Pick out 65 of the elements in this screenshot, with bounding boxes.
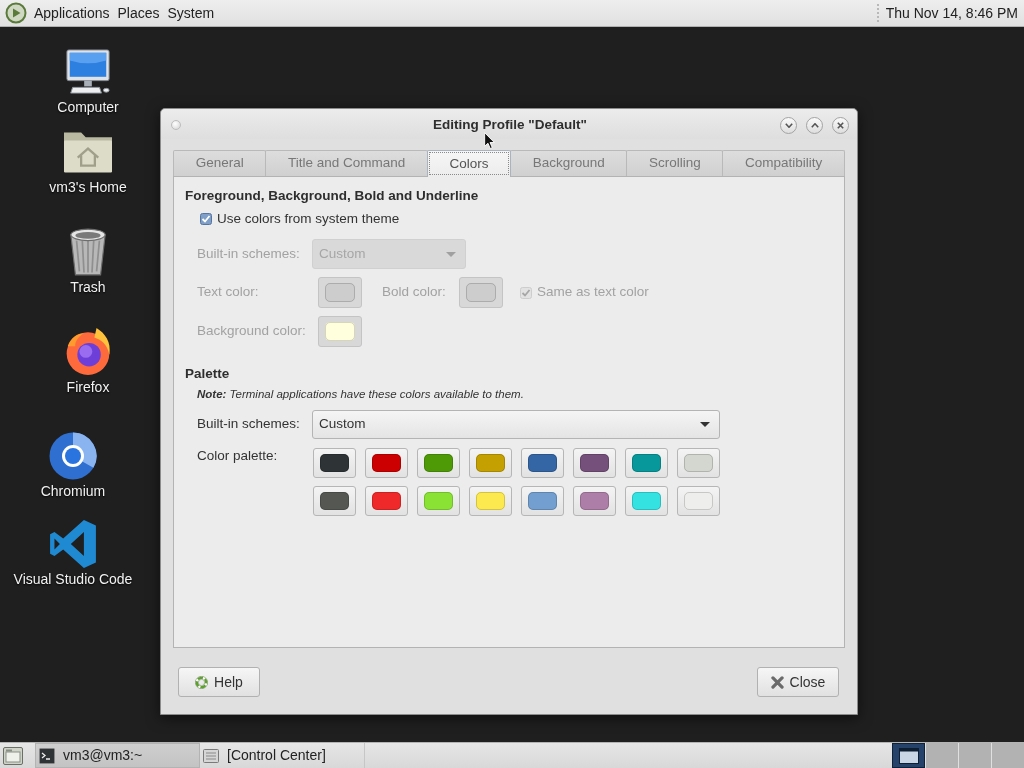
- help-button[interactable]: Help: [178, 667, 260, 697]
- field-label: Built-in schemes:: [197, 244, 301, 263]
- mouse-pointer-icon: [484, 132, 495, 150]
- lifebuoy-icon: [195, 675, 209, 689]
- chevron-up-icon: [810, 122, 819, 128]
- note-text: Note: Terminal applications have these colors available to them.: [197, 387, 525, 401]
- desktop-icon-label[interactable]: Visual Studio Code: [13, 570, 133, 588]
- field-label: Color palette:: [197, 448, 279, 464]
- color-picker-button[interactable]: [573, 448, 616, 478]
- field-label: Bold color:: [382, 283, 447, 302]
- flame-orb-icon[interactable]: [64, 328, 112, 376]
- window-close-button[interactable]: [832, 116, 849, 134]
- color-picker-button[interactable]: [521, 448, 564, 478]
- desktop-icon-label[interactable]: Chromium: [40, 482, 106, 500]
- monitor-icon[interactable]: [64, 48, 112, 96]
- color-picker-button[interactable]: [573, 486, 616, 516]
- color-picker-button[interactable]: [365, 486, 408, 516]
- taskbar-button[interactable]: vm3@vm3:~: [35, 743, 200, 768]
- color-picker-button[interactable]: [521, 486, 564, 516]
- color-picker-button[interactable]: [417, 448, 460, 478]
- control-panel-icon: [203, 748, 219, 763]
- dropdown[interactable]: Custom: [312, 410, 720, 439]
- window-thumbnail-icon: [898, 747, 919, 764]
- section-heading: Palette: [185, 365, 231, 383]
- clock-text: Thu Nov 14, 8:46 PM: [885, 3, 1019, 23]
- menu-item[interactable]: Places: [113, 3, 164, 23]
- section-heading: Foreground, Background, Bold and Underline: [185, 187, 480, 205]
- color-picker-button[interactable]: [469, 486, 512, 516]
- color-picker-button[interactable]: [313, 486, 356, 516]
- menu-item[interactable]: Applications: [30, 3, 114, 23]
- taskbar-button[interactable]: [Control Center]: [200, 743, 365, 768]
- color-picker-button[interactable]: [469, 448, 512, 478]
- close-icon: [837, 121, 844, 129]
- field-label: Built-in schemes:: [197, 415, 301, 434]
- maximize-button[interactable]: [806, 116, 823, 134]
- field-label: Text color:: [197, 283, 260, 302]
- field-label: Background color:: [197, 322, 307, 341]
- checkbox-label[interactable]: Use colors from system theme: [217, 208, 400, 230]
- close-button[interactable]: Close: [757, 667, 839, 697]
- color-picker-button[interactable]: [365, 448, 408, 478]
- minimize-button[interactable]: [780, 116, 797, 134]
- terminal-icon: [39, 747, 55, 764]
- menu-item[interactable]: System: [163, 3, 219, 23]
- chevron-down-icon: [784, 122, 793, 128]
- desktop-icon-label[interactable]: vm3's Home: [49, 178, 127, 196]
- desktop-icon-label[interactable]: Trash: [70, 278, 106, 296]
- color-picker-button[interactable]: [625, 486, 668, 516]
- color-picker-button[interactable]: [625, 448, 668, 478]
- caret-icon: [700, 422, 710, 427]
- checkbox[interactable]: [200, 213, 212, 225]
- color-picker-button[interactable]: [313, 448, 356, 478]
- desktop-icon-label[interactable]: Computer: [57, 98, 119, 116]
- logo-icon[interactable]: [5, 2, 27, 24]
- window-title: Editing Profile "Default": [433, 118, 587, 132]
- desktop-icon-label[interactable]: Firefox: [66, 378, 110, 396]
- cross-icon: [770, 675, 784, 689]
- show-desktop-icon[interactable]: [3, 746, 23, 765]
- ring-disc-icon[interactable]: [49, 432, 97, 480]
- color-picker-button[interactable]: [677, 486, 720, 516]
- caret-icon: [446, 251, 456, 257]
- color-picker-button[interactable]: [677, 448, 720, 478]
- ribbon-icon[interactable]: [49, 520, 97, 568]
- workspace-button[interactable]: [892, 743, 925, 768]
- color-picker-button[interactable]: [417, 486, 460, 516]
- tab[interactable]: Colors: [426, 150, 512, 177]
